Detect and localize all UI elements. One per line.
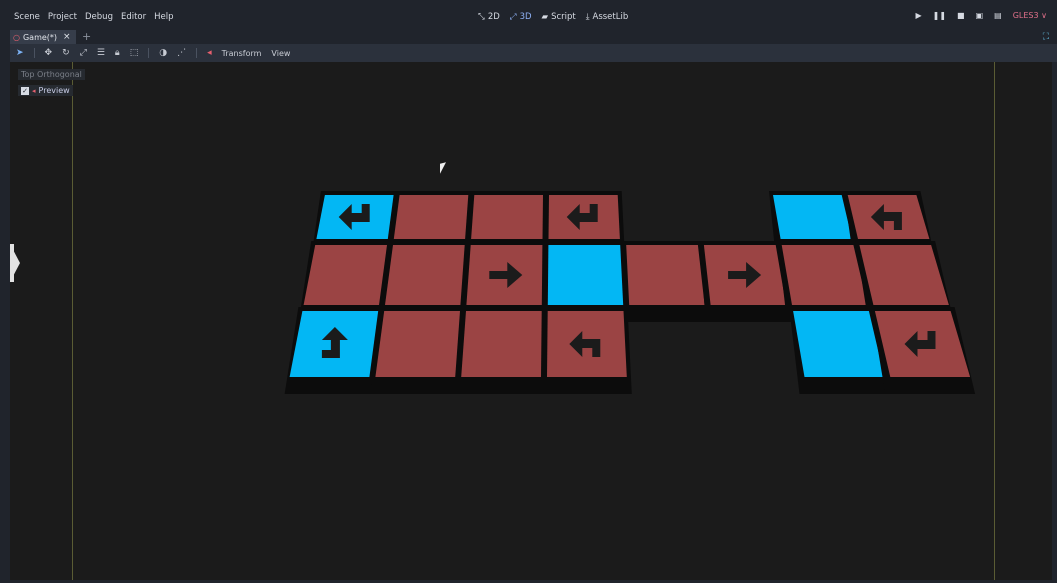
- stop-icon[interactable]: ■: [957, 11, 965, 20]
- red-tile-face: [461, 311, 542, 377]
- distraction-free-icon[interactable]: ⛶: [1043, 32, 1049, 42]
- camera-override-icon[interactable]: ◂: [207, 48, 212, 58]
- pause-icon[interactable]: ❚❚: [933, 11, 946, 20]
- workspace-assetlib-label: AssetLib: [592, 12, 629, 22]
- menu-scene[interactable]: Scene: [14, 12, 40, 22]
- play-custom-scene-icon[interactable]: ▤: [994, 11, 1002, 20]
- board-tile: [284, 307, 383, 394]
- board-tile: [542, 307, 632, 394]
- menu-bar: Scene Project Debug Editor Help ⤡ 2D ⤢ 3…: [0, 0, 1057, 30]
- local-space-icon[interactable]: ◑: [159, 48, 167, 58]
- toolbar-separator: [33, 48, 35, 58]
- workspace-assetlib-button[interactable]: ⤓ AssetLib: [586, 12, 629, 22]
- camera-icon: ◂: [32, 86, 36, 95]
- add-tab-icon[interactable]: +: [82, 30, 91, 43]
- lock-icon[interactable]: 🔒︎: [115, 48, 120, 58]
- move-tool-icon[interactable]: ✥: [45, 48, 53, 58]
- menu-project[interactable]: Project: [48, 12, 77, 22]
- blue-tile-face: [793, 311, 885, 377]
- view-mode-menu[interactable]: Top Orthogonal: [18, 69, 85, 80]
- view-mode-label: Top Orthogonal: [21, 70, 82, 79]
- play-scene-icon[interactable]: ▣: [976, 11, 984, 20]
- board-tile: [870, 307, 976, 394]
- workspace-script-label: Script: [551, 12, 576, 22]
- red-tile-face: [375, 311, 460, 377]
- main-menu: Scene Project Debug Editor Help: [14, 12, 174, 22]
- 3d-viewport[interactable]: Top Orthogonal ✓ ◂ Preview: [10, 62, 1052, 580]
- dock-handle-arrow-icon: [10, 244, 20, 282]
- close-icon[interactable]: ×: [63, 32, 71, 42]
- viewport-toolbar: ➤ ✥ ↻ ⤢ ☰ 🔒︎ ⬚ ◑ ⋰ ◂ Transform View: [10, 44, 1057, 62]
- assetlib-icon: ⤓: [585, 12, 590, 22]
- preview-checkbox[interactable]: ✓: [21, 86, 29, 95]
- 3d-icon: ⤢: [509, 12, 517, 22]
- scene-tabs: ○ Game(*) × + ⛶: [0, 30, 1057, 44]
- workspace-2d-button[interactable]: ⤡ 2D: [478, 12, 500, 22]
- scene-tab-label: Game(*): [22, 32, 58, 42]
- script-icon: ▰: [541, 12, 549, 22]
- group-icon[interactable]: ⬚: [130, 48, 139, 58]
- board-tile: [699, 241, 791, 322]
- red-tile-face: [303, 245, 387, 305]
- select-tool-icon[interactable]: ➤: [16, 48, 24, 58]
- workspace-script-button[interactable]: ▰ Script: [542, 12, 576, 22]
- menu-help[interactable]: Help: [154, 12, 173, 22]
- red-tile-face: [471, 195, 543, 239]
- scene-root-icon: ○: [13, 32, 20, 42]
- menu-editor[interactable]: Editor: [121, 12, 146, 22]
- toolbar-separator: [148, 48, 150, 58]
- right-dock-edge: [1052, 62, 1057, 583]
- list-select-icon[interactable]: ☰: [97, 48, 105, 58]
- red-tile-face: [781, 245, 868, 305]
- left-dock-edge: [0, 30, 10, 583]
- preview-label: Preview: [38, 86, 70, 95]
- play-icon[interactable]: ▶: [915, 11, 921, 20]
- board-tile: [622, 241, 710, 322]
- workspace-3d-label: 3D: [519, 12, 532, 22]
- 2d-icon: ⤡: [478, 12, 485, 22]
- scale-tool-icon[interactable]: ⤢: [80, 48, 87, 58]
- board-tile: [456, 307, 546, 394]
- scene-tab-game[interactable]: ○ Game(*) ×: [10, 30, 76, 44]
- blue-tile-face: [773, 195, 852, 239]
- camera-preview-toggle[interactable]: ✓ ◂ Preview: [18, 85, 73, 96]
- red-tile-face: [626, 245, 705, 305]
- red-tile-face: [385, 245, 465, 305]
- workspace-2d-label: 2D: [487, 12, 500, 22]
- toolbar-separator: [196, 48, 198, 58]
- snap-icon[interactable]: ⋰: [177, 48, 186, 58]
- board-tile: [370, 307, 464, 394]
- tile-board: [284, 191, 976, 394]
- workspace-3d-button[interactable]: ⤢ 3D: [510, 12, 532, 22]
- view-menu[interactable]: View: [271, 49, 290, 58]
- mouse-cursor-icon: [440, 162, 446, 174]
- rotate-tool-icon[interactable]: ↻: [62, 48, 70, 58]
- run-controls: ▶ ❚❚ ■ ▣ ▤ GLES3 ∨: [915, 11, 1047, 20]
- red-tile-face: [393, 195, 469, 239]
- blue-tile-face: [547, 245, 624, 305]
- menu-debug[interactable]: Debug: [85, 12, 113, 22]
- renderer-select[interactable]: GLES3 ∨: [1013, 11, 1047, 20]
- renderer-label: GLES3: [1012, 11, 1039, 20]
- transform-menu[interactable]: Transform: [222, 49, 262, 58]
- workspace-switcher: ⤡ 2D ⤢ 3D ▰ Script ⤓ AssetLib: [478, 12, 628, 22]
